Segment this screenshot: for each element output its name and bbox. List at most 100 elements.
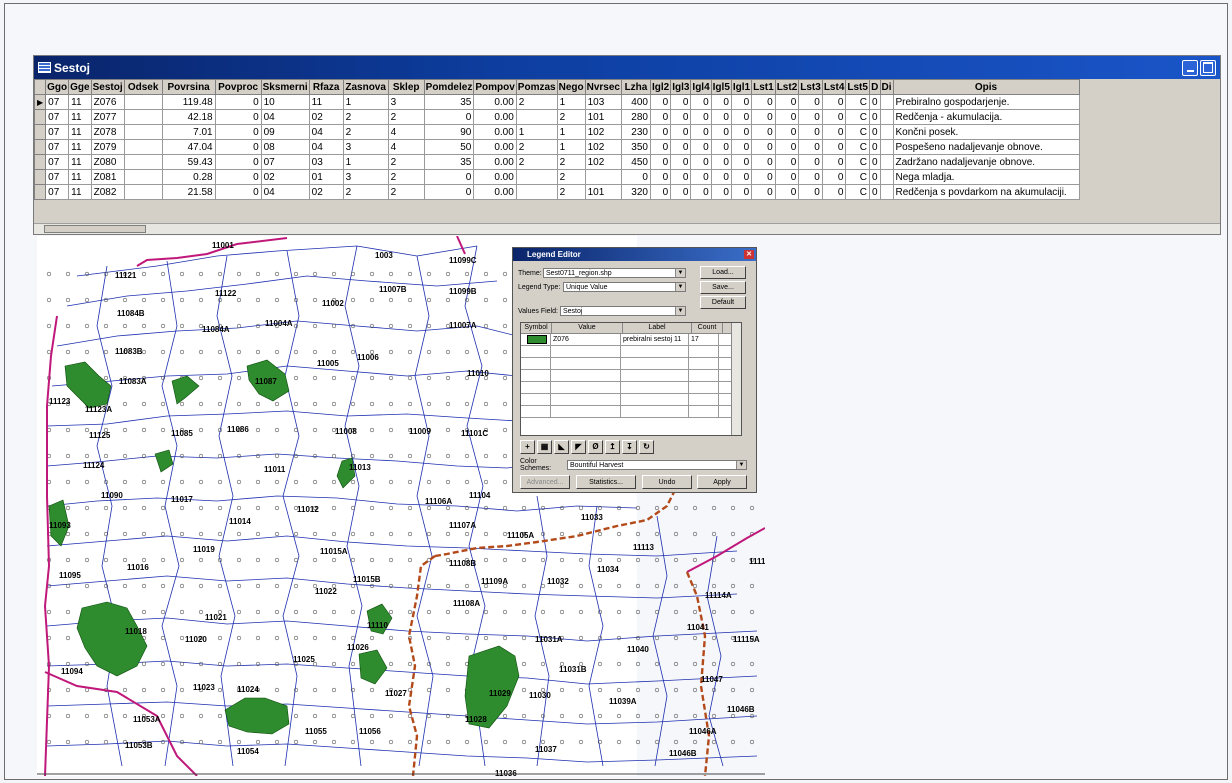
table-cell-lst5[interactable]: C xyxy=(845,94,870,110)
table-cell-nvrsec[interactable]: 102 xyxy=(584,124,622,140)
table-cell-igl3[interactable]: 0 xyxy=(670,169,692,185)
table-cell-lst5[interactable]: C xyxy=(845,109,870,125)
table-cell-ggo[interactable]: 07 xyxy=(45,154,70,170)
table-cell-igl2[interactable]: 0 xyxy=(649,109,672,125)
table-cell-lst5[interactable]: C xyxy=(845,184,870,200)
row-selector[interactable] xyxy=(33,124,47,140)
table-cell-lst4[interactable]: 0 xyxy=(821,169,847,185)
legend-type-select[interactable]: Unique Value ▼ xyxy=(563,282,686,292)
table-cell-sklep[interactable]: 4 xyxy=(387,124,425,140)
table-cell-ggo[interactable]: 07 xyxy=(45,169,70,185)
table-cell-igl4[interactable]: 0 xyxy=(690,124,712,140)
table-row[interactable]: 07 11 Z079 47.04 0 08 04 3 4 50 0.00 2 1 102 350 0 0 0 0 0 0… xyxy=(33,139,1080,155)
table-cell-pomzas[interactable] xyxy=(515,169,558,185)
column-header-igl2[interactable]: Igl2 xyxy=(649,79,672,95)
table-cell-igl4[interactable]: 0 xyxy=(690,154,712,170)
table-cell-di[interactable] xyxy=(879,139,894,155)
row-selector[interactable] xyxy=(33,154,47,170)
table-cell-rfaza[interactable]: 04 xyxy=(308,139,344,155)
table-cell-igl5[interactable]: 0 xyxy=(710,169,732,185)
table-cell-igl4[interactable]: 0 xyxy=(690,109,712,125)
table-cell-igl1[interactable]: 0 xyxy=(730,184,753,200)
table-cell-di[interactable] xyxy=(879,109,894,125)
table-cell-pompov[interactable]: 0.00 xyxy=(473,109,517,125)
null-value-icon[interactable]: Ø xyxy=(588,440,603,454)
load-button[interactable]: Load... xyxy=(700,266,746,279)
table-cell-zasnova[interactable]: 3 xyxy=(342,139,389,155)
table-cell-sklep[interactable]: 2 xyxy=(387,154,425,170)
table-cell-pompov[interactable]: 0.00 xyxy=(473,139,517,155)
table-cell-ggo[interactable]: 07 xyxy=(45,109,70,125)
table-cell-sksmerni[interactable]: 02 xyxy=(260,169,310,185)
table-cell-pompov[interactable]: 0.00 xyxy=(473,184,517,200)
table-cell-nvrsec[interactable]: 101 xyxy=(584,184,622,200)
table-cell-nego[interactable]: 1 xyxy=(556,94,586,110)
table-cell-odsek[interactable] xyxy=(123,124,163,140)
table-row[interactable]: ▶ 07 11 Z076 119.48 0 10 11 1 3 35 0.00 2 1 103 400 0 0 0 0… xyxy=(33,94,1080,110)
table-cell-lst3[interactable]: 0 xyxy=(798,139,823,155)
column-header-lst2[interactable]: Lst2 xyxy=(774,79,800,95)
table-cell-nvrsec[interactable]: 102 xyxy=(584,154,622,170)
column-header-igl3[interactable]: Igl3 xyxy=(670,79,692,95)
move-down-icon[interactable]: ↧ xyxy=(622,440,637,454)
column-header-lst4[interactable]: Lst4 xyxy=(821,79,847,95)
table-cell-pomdelez[interactable]: 0 xyxy=(423,184,475,200)
table-cell-sestoj[interactable]: Z078 xyxy=(90,124,125,140)
table-cell-igl4[interactable]: 0 xyxy=(690,94,712,110)
table-cell-sestoj[interactable]: Z080 xyxy=(90,154,125,170)
column-header-sksmerni[interactable]: Sksmerni xyxy=(260,79,310,95)
table-cell-povrsina[interactable]: 119.48 xyxy=(161,94,216,110)
column-header-igl4[interactable]: Igl4 xyxy=(690,79,712,95)
table-cell-pomzas[interactable] xyxy=(515,184,558,200)
window-titlebar[interactable]: Sestoj xyxy=(34,56,1220,79)
table-cell-sestoj[interactable]: Z079 xyxy=(90,139,125,155)
table-cell-igl3[interactable]: 0 xyxy=(670,139,692,155)
legend-row[interactable]: Z076 prebiralni sestoj 11 17 xyxy=(521,334,741,346)
table-cell-gge[interactable]: 11 xyxy=(68,139,92,155)
table-cell-pomdelez[interactable]: 90 xyxy=(423,124,475,140)
table-cell-pomdelez[interactable]: 35 xyxy=(423,154,475,170)
column-header-odsek[interactable]: Odsek xyxy=(123,79,163,95)
column-header-di[interactable]: Di xyxy=(879,79,894,95)
table-cell-opis[interactable]: Pospešeno nadaljevanje obnove. xyxy=(892,139,1080,155)
column-header-igl1[interactable]: Igl1 xyxy=(730,79,753,95)
table-cell-lst4[interactable]: 0 xyxy=(821,184,847,200)
row-selector[interactable]: ▶ xyxy=(33,94,47,110)
table-cell-zasnova[interactable]: 1 xyxy=(342,154,389,170)
table-cell-lst4[interactable]: 0 xyxy=(821,109,847,125)
table-cell-lst3[interactable]: 0 xyxy=(798,124,823,140)
table-cell-lst4[interactable]: 0 xyxy=(821,124,847,140)
column-header-nvrsec[interactable]: Nvrsec xyxy=(584,79,622,95)
table-cell-gge[interactable]: 11 xyxy=(68,184,92,200)
table-cell-lst1[interactable]: 0 xyxy=(751,124,776,140)
table-cell-sestoj[interactable]: Z077 xyxy=(90,109,125,125)
table-row[interactable]: 07 11 Z080 59.43 0 07 03 1 2 35 0.00 2 2 102 450 0 0 0 0 0 0… xyxy=(33,154,1080,170)
table-cell-igl2[interactable]: 0 xyxy=(649,184,672,200)
column-header-lzha[interactable]: Lzha xyxy=(620,79,651,95)
table-cell-lst5[interactable]: C xyxy=(845,124,870,140)
rotate-icon[interactable]: ↻ xyxy=(639,440,654,454)
column-header-lst5[interactable]: Lst5 xyxy=(845,79,870,95)
table-cell-di[interactable] xyxy=(879,169,894,185)
table-cell-d[interactable]: 0 xyxy=(868,109,881,125)
table-cell-nvrsec[interactable] xyxy=(584,169,622,185)
table-cell-zasnova[interactable]: 3 xyxy=(342,169,389,185)
table-cell-lst5[interactable]: C xyxy=(845,139,870,155)
table-cell-povrsina[interactable]: 0.28 xyxy=(161,169,216,185)
table-cell-lst4[interactable]: 0 xyxy=(821,154,847,170)
table-cell-rfaza[interactable]: 02 xyxy=(308,109,344,125)
table-cell-igl3[interactable]: 0 xyxy=(670,184,692,200)
table-row[interactable]: 07 11 Z078 7.01 0 09 04 2 4 90 0.00 1 1 102 230 0 0 0 0 0 0 0… xyxy=(33,124,1080,140)
column-header-povrsina[interactable]: Povrsina xyxy=(161,79,216,95)
table-cell-sestoj[interactable]: Z081 xyxy=(90,169,125,185)
column-header-sklep[interactable]: Sklep xyxy=(387,79,425,95)
scrollbar-thumb[interactable] xyxy=(44,225,146,233)
table-cell-igl2[interactable]: 0 xyxy=(649,169,672,185)
table-cell-gge[interactable]: 11 xyxy=(68,154,92,170)
table-cell-igl1[interactable]: 0 xyxy=(730,124,753,140)
table-cell-pompov[interactable]: 0.00 xyxy=(473,154,517,170)
table-cell-rfaza[interactable]: 02 xyxy=(308,184,344,200)
table-cell-lst1[interactable]: 0 xyxy=(751,94,776,110)
undo-button[interactable]: Undo xyxy=(642,475,692,489)
apply-button[interactable]: Apply xyxy=(697,475,747,489)
